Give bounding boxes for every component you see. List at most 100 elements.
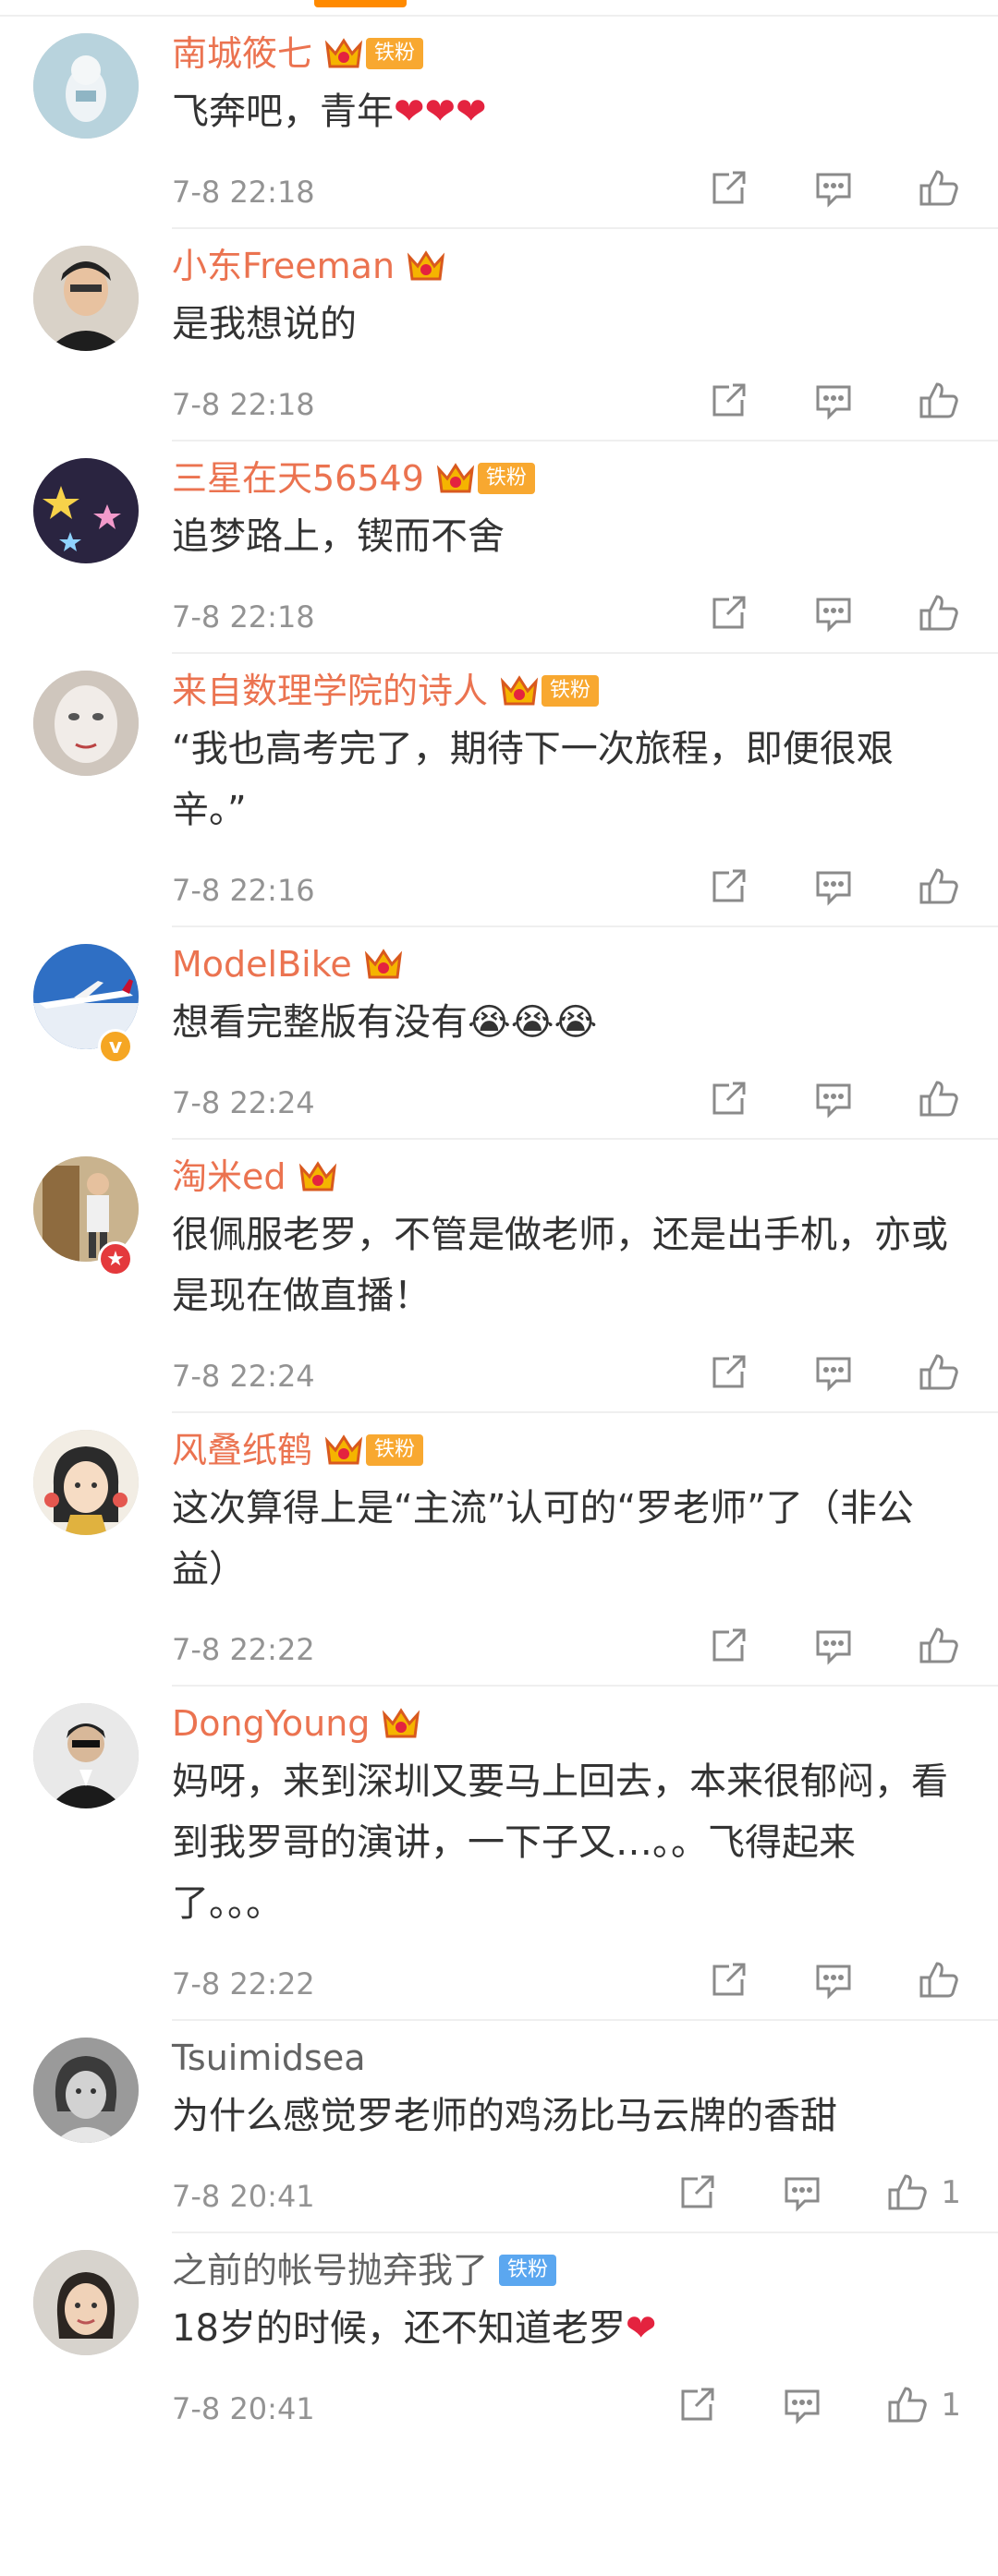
fan-badge: 铁粉: [366, 38, 424, 69]
comment-icon[interactable]: [811, 166, 856, 211]
crown-icon: [323, 1432, 364, 1469]
comment-icon[interactable]: [811, 591, 856, 635]
username[interactable]: 之前的帐号抛弃我了: [172, 2246, 488, 2294]
comment-time: 7-8 20:41: [172, 2391, 315, 2426]
username[interactable]: 来自数理学院的诗人: [172, 667, 488, 715]
share-icon[interactable]: [675, 2171, 719, 2215]
comment-text: 为什么感觉罗老师的鸡汤比马云牌的香甜: [172, 2095, 837, 2137]
share-icon[interactable]: [706, 591, 750, 635]
fan-badge: 铁粉: [499, 2255, 557, 2286]
comment-time: 7-8 22:18: [172, 599, 315, 635]
avatar[interactable]: [33, 671, 139, 776]
comment-icon[interactable]: [780, 2171, 824, 2215]
thumbs-up-icon[interactable]: [885, 2383, 930, 2427]
verified-badge: ★: [98, 1241, 133, 1276]
comment-text: 追梦路上，锲而不舍: [172, 515, 505, 558]
comment-icon[interactable]: [811, 379, 856, 423]
comment-item: 来自数理学院的诗人 铁粉 “我也高考完了，期待下一次旅程，即便很艰辛。” 7-8…: [0, 654, 998, 927]
comment-list: 南城筱七 铁粉 飞奔吧，青年❤❤❤ 7-8 22:18 小东Freeman 是我…: [0, 17, 998, 2444]
comment-text: 很佩服老罗，不管是做老师，还是出手机，亦或是现在做直播！: [172, 1214, 948, 1317]
thumbs-up-icon[interactable]: [885, 2171, 930, 2215]
share-icon[interactable]: [706, 1077, 750, 1121]
comment-time: 7-8 20:41: [172, 2179, 315, 2214]
thumbs-up-icon[interactable]: [917, 1077, 961, 1121]
comment-item: 小东Freeman 是我想说的 7-8 22:18: [0, 229, 998, 441]
thumbs-up-icon[interactable]: [917, 1350, 961, 1395]
like-count: 1: [941, 2387, 961, 2424]
username[interactable]: 三星在天56549: [172, 454, 424, 502]
share-icon[interactable]: [706, 1958, 750, 2002]
comment-item: 之前的帐号抛弃我了 铁粉 18岁的时候，还不知道老罗❤ 7-8 20:41 1: [0, 2233, 998, 2444]
comment-item: v ModelBike 想看完整版有没有😭😭😭 7-8 22:24: [0, 927, 998, 1140]
comment-item: ★ 淘米ed 很佩服老罗，不管是做老师，还是出手机，亦或是现在做直播！ 7-8 …: [0, 1140, 998, 1413]
comment-time: 7-8 22:24: [172, 1359, 315, 1394]
verified-badge: v: [98, 1029, 133, 1064]
thumbs-up-icon[interactable]: [917, 166, 961, 211]
username[interactable]: 南城筱七: [172, 30, 312, 78]
share-icon[interactable]: [706, 1624, 750, 1668]
avatar[interactable]: [33, 2038, 139, 2143]
comment-item: 风叠纸鹤 铁粉 这次算得上是“主流”认可的“罗老师”了（非公益） 7-8 22:…: [0, 1413, 998, 1687]
heart-emoji: ❤❤❤: [394, 91, 487, 133]
fan-badge: 铁粉: [477, 463, 535, 494]
thumbs-up-icon[interactable]: [917, 865, 961, 909]
avatar[interactable]: [33, 33, 139, 139]
username[interactable]: Tsuimidsea: [172, 2034, 366, 2082]
comment-text: 妈呀，来到深圳又要马上回去，本来很郁闷，看到我罗哥的演讲，一下子又…。。飞得起来…: [172, 1760, 948, 1925]
crown-icon: [298, 1158, 338, 1195]
share-icon[interactable]: [706, 166, 750, 211]
comment-item: 三星在天56549 铁粉 追梦路上，锲而不舍 7-8 22:18: [0, 441, 998, 654]
comment-time: 7-8 22:16: [172, 873, 315, 908]
comment-time: 7-8 22:22: [172, 1632, 315, 1667]
comment-time: 7-8 22:18: [172, 387, 315, 422]
crying-emoji: 😭😭😭: [468, 1001, 598, 1044]
avatar[interactable]: [33, 2250, 139, 2355]
comment-time: 7-8 22:22: [172, 1966, 315, 2002]
comment-icon[interactable]: [811, 1958, 856, 2002]
avatar[interactable]: [33, 246, 139, 351]
comment-text: “我也高考完了，期待下一次旅程，即便很艰辛。”: [172, 728, 894, 831]
username[interactable]: 淘米ed: [172, 1153, 286, 1201]
crown-icon: [323, 35, 364, 72]
avatar[interactable]: [33, 1430, 139, 1535]
fan-badge: 铁粉: [366, 1434, 424, 1466]
comment-item: Tsuimidsea 为什么感觉罗老师的鸡汤比马云牌的香甜 7-8 20:41 …: [0, 2021, 998, 2233]
share-icon[interactable]: [706, 379, 750, 423]
fan-badge: 铁粉: [542, 675, 600, 707]
comment-icon[interactable]: [811, 1350, 856, 1395]
share-icon[interactable]: [706, 865, 750, 909]
comment-text: 18岁的时候，还不知道老罗❤: [172, 2307, 657, 2350]
comment-text: 这次算得上是“主流”认可的“罗老师”了（非公益）: [172, 1487, 914, 1590]
share-icon[interactable]: [675, 2383, 719, 2427]
avatar[interactable]: [33, 1703, 139, 1808]
avatar[interactable]: [33, 458, 139, 563]
comment-icon[interactable]: [811, 1077, 856, 1121]
username[interactable]: 小东Freeman: [172, 242, 395, 290]
crown-icon: [406, 248, 446, 284]
crown-icon: [363, 946, 404, 983]
username[interactable]: DongYoung: [172, 1699, 370, 1748]
thumbs-up-icon[interactable]: [917, 1624, 961, 1668]
thumbs-up-icon[interactable]: [917, 1958, 961, 2002]
share-icon[interactable]: [706, 1350, 750, 1395]
comment-item: 南城筱七 铁粉 飞奔吧，青年❤❤❤ 7-8 22:18: [0, 17, 998, 229]
comment-text: 想看完整版有没有😭😭😭: [172, 1001, 598, 1044]
thumbs-up-icon[interactable]: [917, 591, 961, 635]
comment-icon[interactable]: [780, 2383, 824, 2427]
comment-time: 7-8 22:24: [172, 1085, 315, 1120]
like-count: 1: [941, 2174, 961, 2211]
thumbs-up-icon[interactable]: [917, 379, 961, 423]
crown-icon: [499, 672, 540, 709]
tab-indicator: [314, 0, 407, 7]
crown-icon: [381, 1705, 421, 1742]
comment-time: 7-8 22:18: [172, 175, 315, 210]
comment-text: 飞奔吧，青年❤❤❤: [172, 91, 487, 133]
comment-item: DongYoung 妈呀，来到深圳又要马上回去，本来很郁闷，看到我罗哥的演讲，一…: [0, 1687, 998, 2021]
username[interactable]: 风叠纸鹤: [172, 1426, 312, 1474]
comment-icon[interactable]: [811, 1624, 856, 1668]
username[interactable]: ModelBike: [172, 940, 352, 988]
crown-icon: [435, 460, 476, 497]
comment-icon[interactable]: [811, 865, 856, 909]
heart-emoji: ❤: [625, 2307, 657, 2350]
comment-text: 是我想说的: [172, 303, 357, 345]
